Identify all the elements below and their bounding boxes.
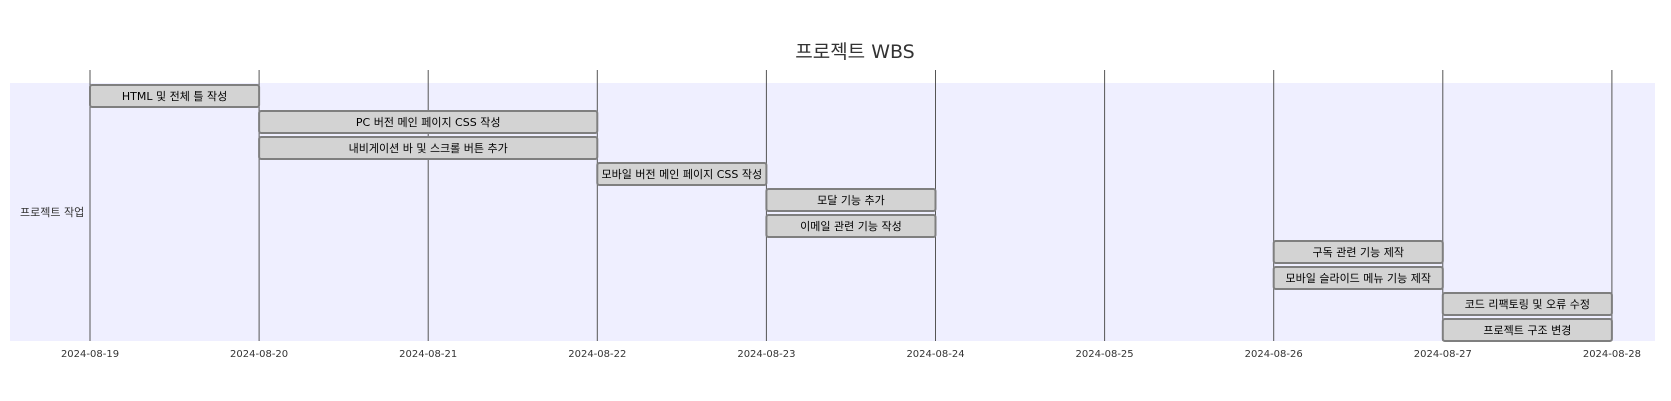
x-tick-label: 2024-08-20	[230, 349, 288, 360]
x-tick-label: 2024-08-19	[61, 349, 119, 360]
task-label: 코드 리팩토링 및 오류 수정	[1465, 298, 1590, 311]
x-axis-ticks: 2024-08-19 2024-08-20 2024-08-21 2024-08-22…	[61, 349, 1641, 360]
task-label: 내비게이션 바 및 스크롤 버튼 추가	[349, 142, 508, 155]
x-tick-label: 2024-08-28	[1583, 349, 1641, 360]
task: 이메일 관련 기능 작성	[765, 214, 937, 238]
task-label: 프로젝트 구조 변경	[1483, 324, 1571, 337]
task-label: PC 버전 메인 페이지 CSS 작성	[356, 116, 501, 129]
task: PC 버전 메인 페이지 CSS 작성	[258, 110, 599, 134]
task: 모달 기능 추가	[765, 188, 937, 212]
task-label: 모달 기능 추가	[817, 194, 885, 207]
x-tick-label: 2024-08-21	[399, 349, 457, 360]
gantt-chart: 프로젝트 WBS 프로젝트 작업 2024-08-19 2024-08-20 202…	[10, 41, 1655, 360]
task-label: 구독 관련 기능 제작	[1313, 246, 1404, 259]
section-label: 프로젝트 작업	[20, 206, 84, 219]
x-tick-label: 2024-08-22	[568, 349, 626, 360]
x-tick-label: 2024-08-26	[1245, 349, 1303, 360]
task: 모바일 버전 메인 페이지 CSS 작성	[596, 162, 768, 186]
chart-title: 프로젝트 WBS	[795, 41, 915, 63]
x-tick-label: 2024-08-25	[1076, 349, 1134, 360]
x-tick-label: 2024-08-24	[906, 349, 964, 360]
task: 코드 리팩토링 및 오류 수정	[1441, 292, 1613, 316]
x-tick-label: 2024-08-23	[737, 349, 795, 360]
task: 모바일 슬라이드 메뉴 기능 제작	[1272, 266, 1444, 290]
task: 내비게이션 바 및 스크롤 버튼 추가	[258, 136, 599, 160]
task-label: 이메일 관련 기능 작성	[800, 219, 902, 233]
x-tick-label: 2024-08-27	[1414, 349, 1472, 360]
task: 프로젝트 구조 변경	[1441, 318, 1613, 342]
task-label: 모바일 슬라이드 메뉴 기능 제작	[1285, 271, 1431, 285]
task: HTML 및 전체 틀 작성	[89, 84, 261, 108]
task-label: HTML 및 전체 틀 작성	[122, 90, 227, 103]
task-label: 모바일 버전 메인 페이지 CSS 작성	[602, 167, 763, 181]
task: 구독 관련 기능 제작	[1272, 240, 1444, 264]
